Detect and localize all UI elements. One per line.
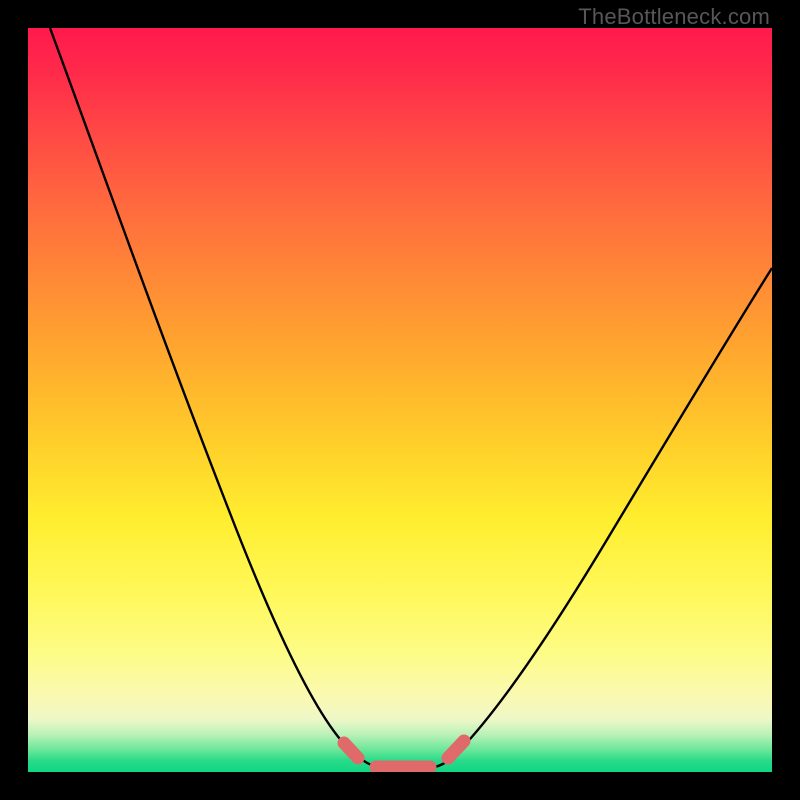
watermark-text: TheBottleneck.com (578, 4, 770, 30)
curve-layer (28, 28, 772, 772)
bottleneck-curve (50, 28, 772, 768)
plot-area (28, 28, 772, 772)
chart-frame: TheBottleneck.com (0, 0, 800, 800)
valley-markers (344, 741, 464, 767)
